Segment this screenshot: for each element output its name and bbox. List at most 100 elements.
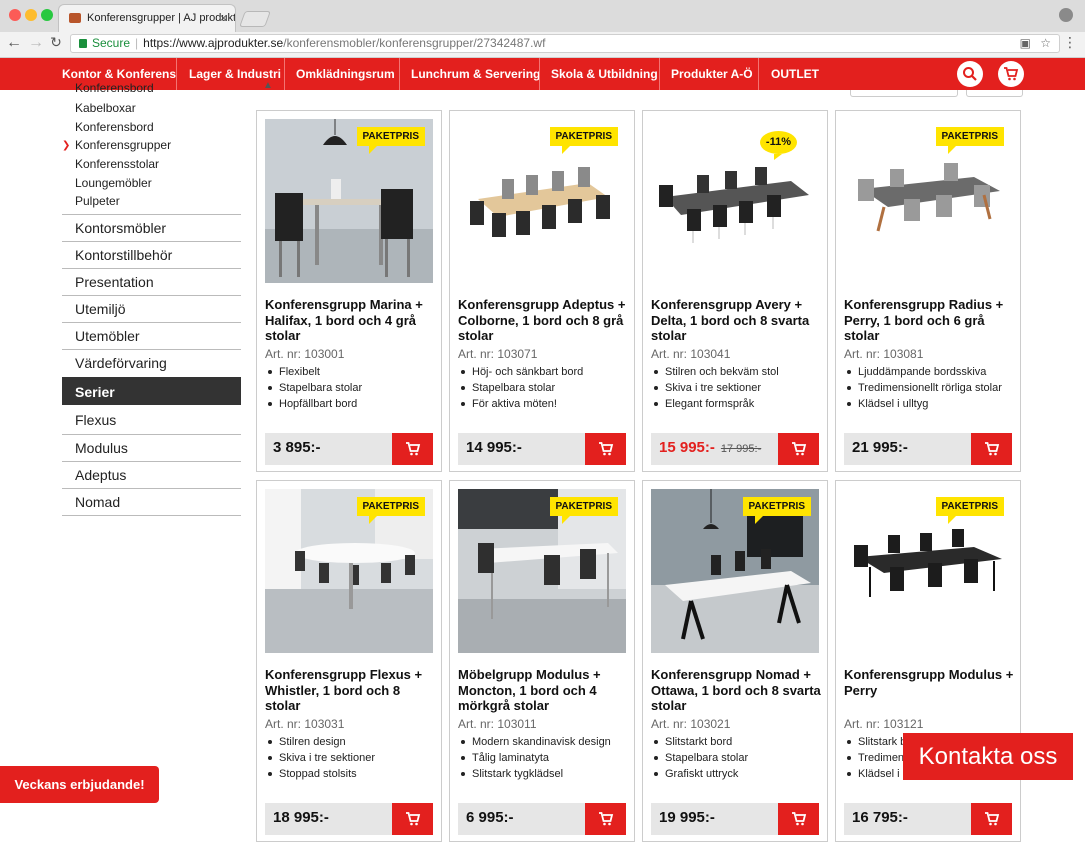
browser-chrome: Konferensgrupper | AJ produkter × ← → ↻ … [0,0,1085,58]
product-price: 6 995:- [466,809,514,826]
add-to-cart-button[interactable] [585,433,626,465]
sidebar-subitem-pulpeter[interactable]: Pulpeter [75,194,120,208]
price-bar: 21 995:- [844,433,1012,465]
product-price: 15 995:- 17 995:- [659,433,761,464]
tab-close-icon[interactable]: × [220,5,227,31]
product-title[interactable]: Konferensgrupp Nomad + Ottawa, 1 bord oc… [651,667,821,714]
sidebar-subitem-konferensgrupper[interactable]: Konferensgrupper [75,138,171,152]
sidebar-item-utemobler[interactable]: Utemöbler [62,322,241,349]
add-to-cart-button[interactable] [392,433,433,465]
product-image[interactable]: PAKETPRIS [844,119,1012,283]
lock-icon [79,39,87,48]
product-title[interactable]: Konferensgrupp Flexus + Whistler, 1 bord… [265,667,435,714]
sidebar-item-presentation[interactable]: Presentation [62,268,241,295]
product-title[interactable]: Konferensgrupp Radius + Perry, 1 bord oc… [844,297,1014,344]
add-to-cart-button[interactable] [392,803,433,835]
sidebar-subitem-konferensstolar[interactable]: Konferensstolar [75,157,159,171]
product-title[interactable]: Möbelgrupp Modulus + Moncton, 1 bord och… [458,667,628,714]
feature-item: Stapelbara stolar [458,380,630,396]
product-card[interactable]: -11% Konferensgrupp Avery + Delta, 1 bor… [642,110,828,472]
bookmark-star-icon[interactable]: ☆ [1040,35,1051,52]
product-image[interactable]: PAKETPRIS [265,489,433,653]
nav-divider [399,58,400,90]
weekly-offer-button[interactable]: Veckans erbjudande! [0,766,159,803]
feature-item: Grafiskt uttryck [651,766,823,782]
sort-select[interactable] [850,90,958,97]
sidebar-item-serier[interactable]: Serier [62,377,241,405]
cart-icon [984,812,999,826]
product-image[interactable]: PAKETPRIS [265,119,433,283]
favicon-icon [69,13,81,23]
nav-divider [539,58,540,90]
price-bar: 3 895:- [265,433,433,465]
sidebar-subitem-konferensbord-top[interactable]: Konferensbord [75,81,154,93]
sidebar-item-kontorstillbehor[interactable]: Kontorstillbehör [62,241,241,268]
product-card[interactable]: PAKETPRIS Konferensgrupp Marina + Halifa… [256,110,442,472]
product-title[interactable]: Konferensgrupp Marina + Halifax, 1 bord … [265,297,435,344]
add-to-cart-button[interactable] [778,803,819,835]
product-card[interactable]: PAKETPRIS Konferensgrupp Flexus + Whistl… [256,480,442,842]
nav-omkladningsrum[interactable]: Omklädningsrum [296,58,395,90]
product-card[interactable]: PAKETPRIS Möbelgrupp Modulus + Moncton, … [449,480,635,842]
article-number: Art. nr: 103001 [265,347,345,361]
product-image[interactable]: PAKETPRIS [458,489,626,653]
add-to-cart-button[interactable] [778,433,819,465]
nav-lunchrum-servering[interactable]: Lunchrum & Servering [411,58,540,90]
browser-menu-icon[interactable]: ⋮ [1063,34,1077,51]
contact-us-button[interactable]: Kontakta oss [903,733,1073,780]
sidebar-item-modulus[interactable]: Modulus [62,434,241,461]
sidebar-item-utemiljo[interactable]: Utemiljö [62,295,241,322]
nav-skola-utbildning[interactable]: Skola & Utbildning [551,58,658,90]
profile-icon[interactable] [1059,8,1073,22]
product-card[interactable]: PAKETPRIS Konferensgrupp Modulus + Perry… [835,480,1021,842]
article-number: Art. nr: 103021 [651,717,731,731]
add-to-cart-button[interactable] [971,803,1012,835]
add-to-cart-button[interactable] [971,433,1012,465]
address-bar[interactable]: Secure | https://www.ajprodukter.se/konfer… [70,34,1060,53]
price-bar: 19 995:- [651,803,819,835]
product-title[interactable]: Konferensgrupp Avery + Delta, 1 bord och… [651,297,821,344]
view-select[interactable] [966,90,1023,97]
translate-icon[interactable]: ▣ [1020,35,1031,52]
sidebar-subitem-konferensbord[interactable]: Konferensbord [75,120,154,134]
sidebar-item-vardeforvaring[interactable]: Värdeförvaring [62,349,241,376]
sidebar-subitem-loungemobler[interactable]: Loungemöbler [75,176,152,190]
product-card[interactable]: PAKETPRIS Konferensgrupp Adeptus + Colbo… [449,110,635,472]
sidebar-item-nomad[interactable]: Nomad [62,488,241,515]
product-card[interactable]: PAKETPRIS Konferensgrupp Radius + Perry,… [835,110,1021,472]
sidebar-item-kontorsmobler[interactable]: Kontorsmöbler [62,214,241,241]
minimize-window-icon[interactable] [25,9,37,21]
search-icon[interactable] [957,61,983,87]
product-image[interactable]: PAKETPRIS [844,489,1012,653]
maximize-window-icon[interactable] [41,9,53,21]
product-price: 3 895:- [273,439,321,456]
package-price-badge: PAKETPRIS [935,497,1004,524]
sidebar-item-flexus[interactable]: Flexus [62,407,241,434]
cart-icon[interactable] [998,61,1024,87]
feature-item: Skiva i tre sektioner [651,380,823,396]
package-price-badge: PAKETPRIS [742,497,811,524]
product-image[interactable]: PAKETPRIS [651,489,819,653]
nav-produkter-a-o[interactable]: Produkter A-Ö [671,58,753,90]
price-bar: 18 995:- [265,803,433,835]
product-image[interactable]: -11% [651,119,819,283]
url-divider: | [135,36,139,50]
forward-icon[interactable]: → [26,34,46,52]
nav-outlet[interactable]: OUTLET [771,58,819,90]
back-icon[interactable]: ← [4,34,24,52]
product-image[interactable]: PAKETPRIS [458,119,626,283]
package-price-badge: PAKETPRIS [356,127,425,154]
sidebar-subitem-kabelboxar[interactable]: Kabelboxar [75,101,136,115]
product-title[interactable]: Konferensgrupp Modulus + Perry [844,667,1014,698]
feature-item: Modern skandinavisk design [458,734,630,750]
feature-list: Modern skandinavisk design Tålig laminat… [458,734,630,782]
add-to-cart-button[interactable] [585,803,626,835]
product-card[interactable]: PAKETPRIS Konferensgrupp Nomad + Ottawa,… [642,480,828,842]
product-title[interactable]: Konferensgrupp Adeptus + Colborne, 1 bor… [458,297,628,344]
browser-tab[interactable]: Konferensgrupper | AJ produkter × [58,4,236,32]
reload-icon[interactable]: ↻ [46,34,66,51]
sidebar-item-adeptus[interactable]: Adeptus [62,461,241,488]
close-window-icon[interactable] [9,9,21,21]
new-tab-button[interactable] [239,11,271,27]
cart-icon [791,812,806,826]
